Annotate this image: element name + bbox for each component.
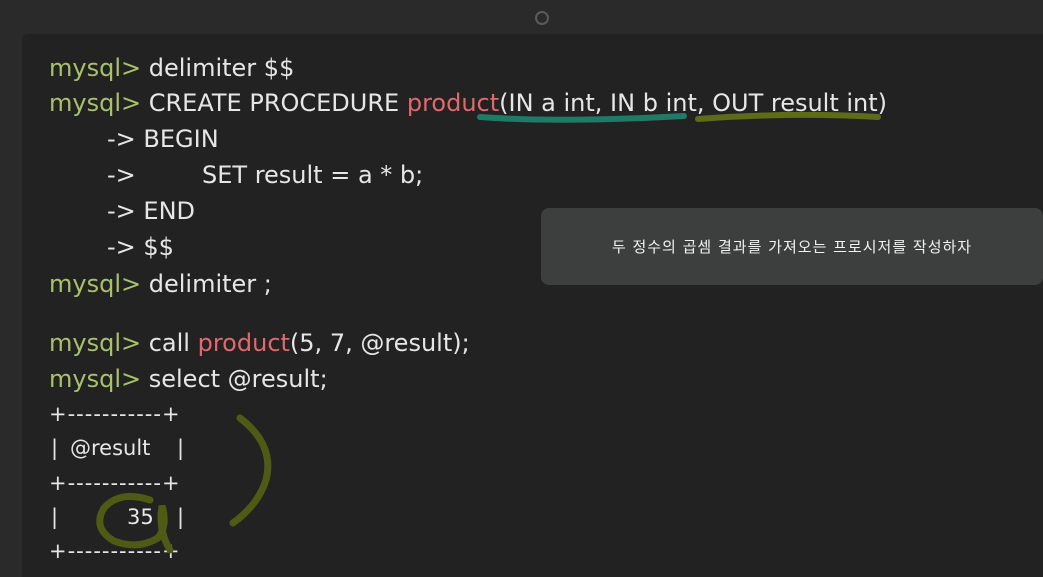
parenthesis-stroke [229, 414, 272, 527]
underline-out-param [695, 111, 881, 122]
underline-in-params [477, 113, 687, 123]
circle-around-value [96, 492, 174, 554]
tooltip-text: 두 정수의 곱셈 결과를 가져오는 프로시저를 작성하자 [611, 238, 973, 256]
annotation-layer [96, 111, 881, 554]
